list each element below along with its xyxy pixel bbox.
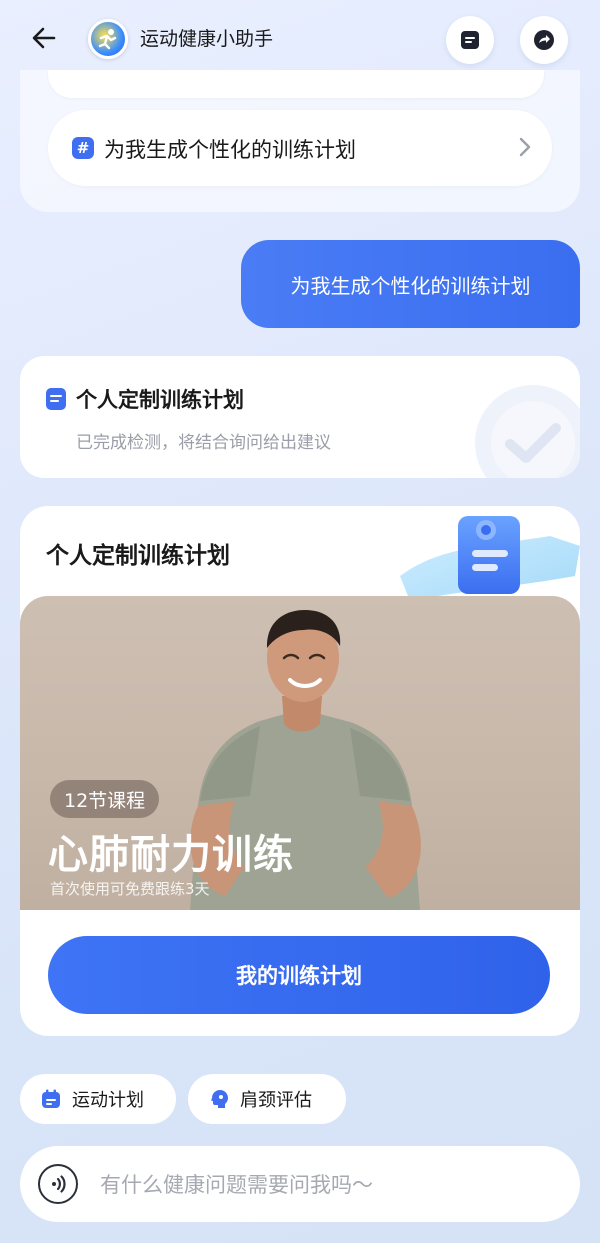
share-button[interactable] <box>520 16 568 64</box>
chevron-right-icon <box>519 137 531 157</box>
status-card: 个人定制训练计划 已完成检测，将结合询问给出建议 <box>20 356 580 478</box>
course-cover-image[interactable]: 12节课程 心肺耐力训练 首次使用可免费跟练3天 <box>20 596 580 910</box>
document-button[interactable] <box>446 16 494 64</box>
plan-illustration-icon <box>400 516 580 601</box>
calendar-icon <box>42 1089 60 1108</box>
back-button[interactable] <box>26 20 62 56</box>
suggestion-item[interactable]: # 为我生成个性化的训练计划 <box>48 110 552 186</box>
course-count-badge: 12节课程 <box>50 780 160 818</box>
chat-input-placeholder[interactable]: 有什么健康问题需要问我吗～ <box>100 1169 373 1199</box>
sound-wave-icon <box>52 1175 66 1193</box>
chat-input-bar[interactable]: 有什么健康问题需要问我吗～ <box>20 1146 580 1222</box>
quick-action-exercise-plan[interactable]: 运动计划 <box>20 1074 176 1124</box>
course-title: 心肺耐力训练 <box>48 832 294 878</box>
document-icon <box>46 388 66 410</box>
course-note: 首次使用可免费跟练3天 <box>50 880 210 898</box>
quick-action-label: 运动计划 <box>72 1090 144 1111</box>
share-arrow-icon <box>534 30 554 50</box>
runner-icon <box>98 29 117 50</box>
status-subtitle: 已完成检测，将结合询问给出建议 <box>76 433 331 453</box>
suggestion-text: 为我生成个性化的训练计划 <box>104 138 356 162</box>
head-profile-icon <box>211 1090 228 1108</box>
quick-action-label: 肩颈评估 <box>240 1090 312 1111</box>
status-title: 个人定制训练计划 <box>76 388 244 412</box>
document-icon <box>461 31 479 49</box>
arrow-left-icon <box>32 27 56 49</box>
check-circle-icon <box>475 385 580 478</box>
page-title: 运动健康小助手 <box>140 28 274 50</box>
user-message-bubble: 为我生成个性化的训练计划 <box>241 240 580 328</box>
quick-action-neck-assessment[interactable]: 肩颈评估 <box>188 1074 346 1124</box>
plan-card-title: 个人定制训练计划 <box>46 543 230 569</box>
training-plan-card: 个人定制训练计划 12节课程 心肺耐力训练 首次使用可免费跟练3天 我的训练计划 <box>20 506 580 1036</box>
voice-input-button[interactable] <box>38 1164 78 1204</box>
my-training-plan-button[interactable]: 我的训练计划 <box>48 936 550 1014</box>
previous-suggestion-item[interactable] <box>48 70 544 98</box>
hashtag-icon: # <box>72 137 94 159</box>
assistant-avatar <box>88 19 128 59</box>
